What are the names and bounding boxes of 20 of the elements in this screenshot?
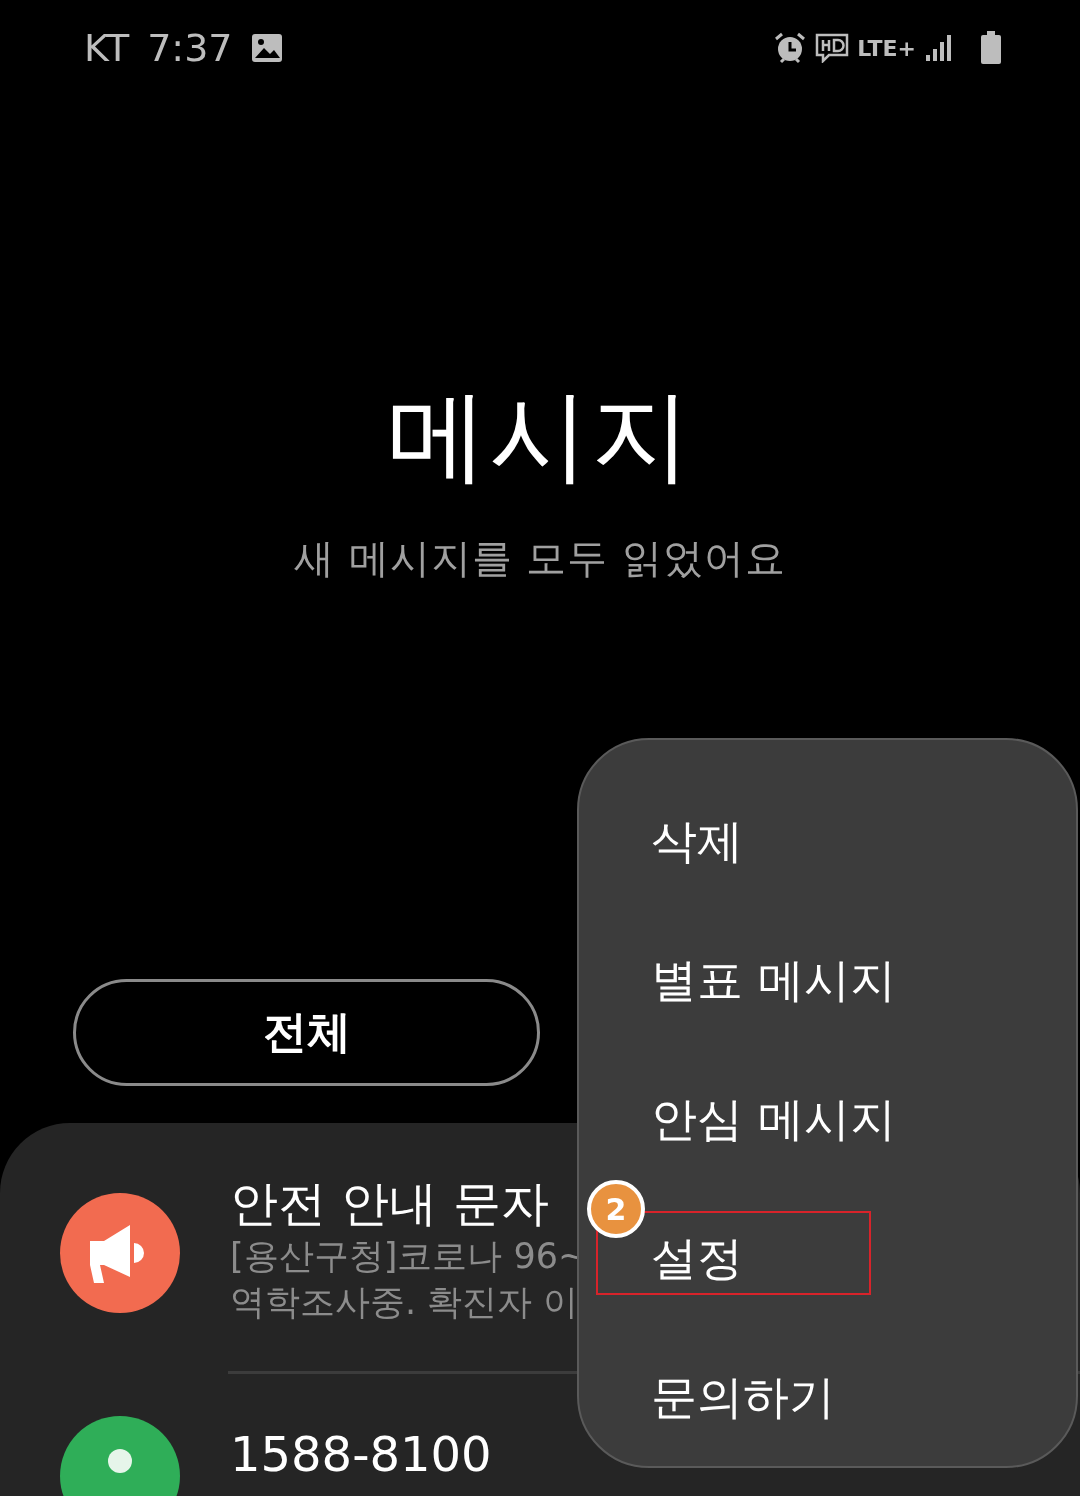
menu-item[interactable]: 삭제	[651, 811, 743, 872]
menu-item[interactable]: 별표 메시지	[651, 950, 896, 1011]
message-preview: 역학조사중. 확진자 이	[230, 1281, 580, 1324]
conversation-name[interactable]: 1588-8100	[230, 1424, 492, 1484]
message-preview: [용산구청]코로나 96~	[230, 1235, 588, 1278]
network-type: LTE+	[857, 35, 916, 61]
menu-item[interactable]: 안심 메시지	[651, 1089, 896, 1149]
step-badge: 2	[587, 1180, 645, 1238]
image-icon	[250, 33, 283, 63]
filter-button[interactable]: 전체	[73, 979, 540, 1086]
menu-item[interactable]: 문의하기	[651, 1366, 835, 1427]
carrier-name: KT	[84, 26, 130, 70]
page-subtitle: 새 메시지를 모두 읽었어요	[293, 534, 787, 583]
page-title: 메시지	[387, 376, 693, 496]
signal-icon	[924, 33, 954, 63]
alarm-icon	[773, 31, 808, 65]
battery-icon	[980, 31, 1002, 65]
clock-time: 7:37	[147, 26, 233, 70]
menu-item[interactable]: 설정	[651, 1227, 743, 1288]
hd-voice-icon	[815, 33, 850, 63]
